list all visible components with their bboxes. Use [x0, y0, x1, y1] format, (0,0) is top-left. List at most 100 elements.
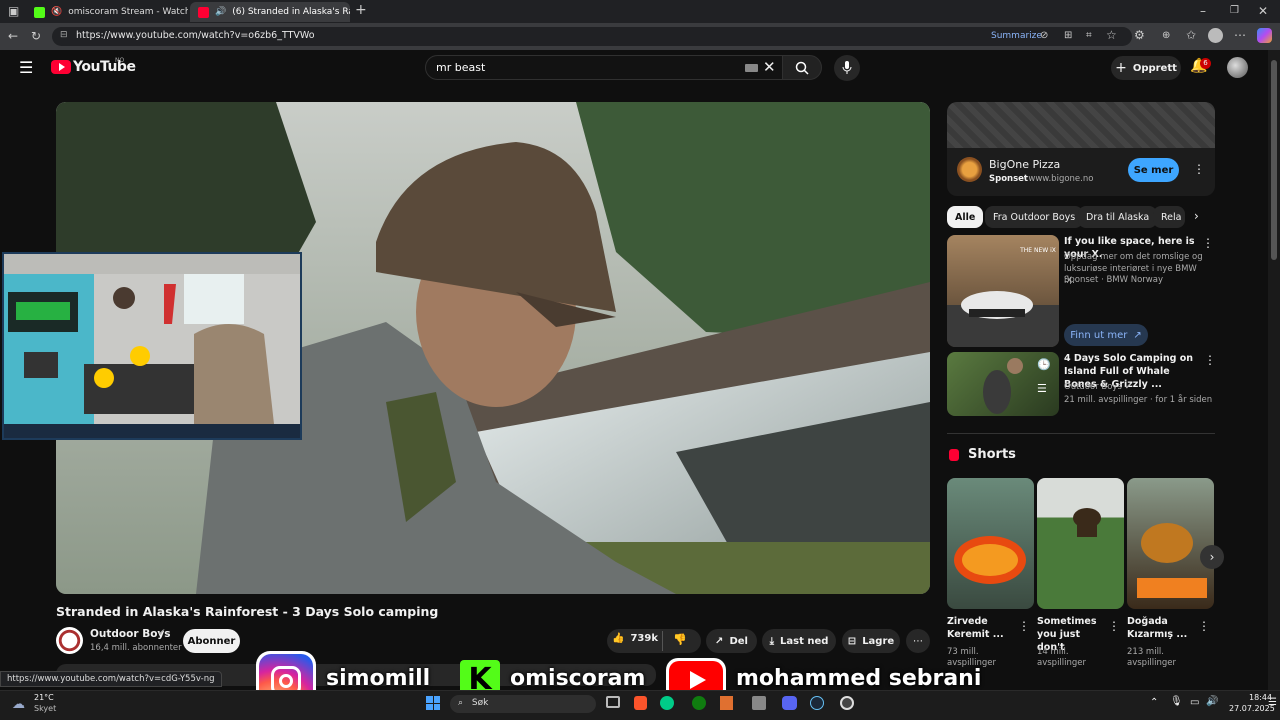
weather-temp[interactable]: 21°C	[34, 693, 54, 702]
obs-icon[interactable]	[840, 696, 854, 710]
ad-badge: THE NEW iX	[1020, 247, 1056, 254]
split-screen-icon[interactable]: ⊕	[1162, 29, 1170, 43]
cloud-icon: ☁	[12, 697, 25, 712]
chip-related[interactable]: Rela	[1153, 206, 1185, 228]
account-avatar[interactable]	[1227, 57, 1248, 78]
page-scrollbar[interactable]	[1268, 50, 1280, 690]
notification-center-icon[interactable]: ☰	[1268, 697, 1277, 708]
verified-icon: ✔	[158, 628, 166, 638]
summarize-button[interactable]: Summarize	[991, 31, 1042, 41]
xbox-icon[interactable]	[692, 696, 706, 710]
chip-from-channel[interactable]: Fra Outdoor Boys	[985, 206, 1084, 228]
create-button[interactable]: + Opprett	[1111, 56, 1181, 80]
tray-overflow-icon[interactable]: ⌃	[1150, 697, 1158, 708]
refresh-icon[interactable]: ↻	[31, 29, 41, 43]
url-field[interactable]: ⊟ https://www.youtube.com/watch?v=o6zb6_…	[52, 27, 1132, 46]
subscribe-button[interactable]: Abonner	[183, 629, 240, 653]
bookmark-star-icon[interactable]: ☆	[1106, 28, 1117, 42]
rec-menu-icon[interactable]: ⋮	[1202, 236, 1214, 250]
profile-avatar[interactable]	[1208, 28, 1223, 43]
chip-all[interactable]: Alle	[947, 206, 984, 228]
minimize-button[interactable]: –	[1200, 4, 1206, 18]
mute-icon[interactable]: 🔇	[51, 7, 62, 17]
more-icon: ⋯	[913, 635, 923, 647]
steam-icon[interactable]	[810, 696, 824, 710]
site-info-icon[interactable]: ⊟	[60, 30, 68, 40]
ad-cta-button[interactable]: Se mer	[1128, 158, 1179, 182]
rec-menu-icon[interactable]: ⋮	[1204, 353, 1216, 367]
ad-avatar[interactable]	[957, 157, 982, 182]
chevron-right-icon[interactable]: ›	[1194, 209, 1199, 223]
short-menu-icon[interactable]: ⋮	[1018, 619, 1030, 633]
microphone-tray-icon[interactable]: 🎙	[1170, 696, 1183, 707]
tab-kick[interactable]: 🔇 omiscoram Stream - Watch L ✕	[26, 2, 188, 22]
chip-alaska[interactable]: Dra til Alaska	[1078, 206, 1158, 228]
discord-icon[interactable]	[782, 696, 797, 710]
copilot-icon[interactable]	[1257, 28, 1272, 43]
rec-video-thumbnail[interactable]: 🕒 ☰	[947, 352, 1059, 416]
favorites-icon[interactable]: ✩	[1186, 28, 1196, 42]
reader-icon[interactable]: ⊘	[1040, 29, 1048, 43]
shorts-icon	[949, 449, 959, 461]
taskbar-search-input[interactable]: ⌕ Søk	[450, 695, 596, 713]
subscriber-count: 16,4 mill. abonnenter	[90, 643, 182, 653]
translate-icon[interactable]: ⌗	[1086, 29, 1092, 43]
keyboard-icon[interactable]	[745, 64, 758, 72]
more-menu-icon[interactable]: ⋯	[1234, 28, 1246, 42]
app-icon[interactable]	[720, 696, 733, 710]
tab-youtube[interactable]: 🔊 (6) Stranded in Alaska's Rain ✕	[190, 2, 350, 22]
youtube-logo-text[interactable]: YouTube	[73, 59, 136, 75]
extensions-icon[interactable]: ⊞	[1064, 29, 1072, 43]
short-thumbnail[interactable]	[947, 478, 1034, 609]
short-menu-icon[interactable]: ⋮	[1198, 619, 1210, 633]
short-thumbnail[interactable]	[1037, 478, 1124, 609]
search-icon: ⌕	[458, 698, 464, 708]
speaker-icon[interactable]: 🔊	[215, 7, 226, 17]
chevron-right-icon: ›	[1209, 550, 1215, 564]
download-icon: ⤓	[769, 635, 774, 647]
add-queue-icon[interactable]: ☰	[1037, 382, 1047, 395]
close-window-button[interactable]: ✕	[1258, 4, 1268, 18]
share-icon: ↗	[715, 635, 724, 647]
maximize-button[interactable]: ❐	[1230, 4, 1239, 18]
hamburger-menu-icon[interactable]: ☰	[19, 58, 33, 77]
ad-menu-icon[interactable]: ⋮	[1193, 162, 1205, 176]
learn-more-button[interactable]: Finn ut mer ↗	[1064, 324, 1148, 346]
kick-favicon-icon	[34, 6, 45, 18]
edge-icon[interactable]	[660, 696, 674, 710]
thumbs-down-icon[interactable]: 👎	[673, 633, 687, 646]
new-tab-button[interactable]: +	[355, 3, 367, 17]
link-status-bar: https://www.youtube.com/watch?v=cdG-Y55v…	[0, 671, 222, 687]
brave-icon[interactable]	[634, 696, 647, 710]
network-icon[interactable]: ▭	[1190, 697, 1199, 708]
ad-domain: · www.bigone.no	[1023, 174, 1094, 184]
clear-search-icon[interactable]: ✕	[763, 58, 776, 76]
like-button[interactable]: 👍 739k	[612, 633, 658, 644]
ad-title[interactable]: BigOne Pizza	[989, 158, 1060, 171]
divider	[662, 631, 663, 651]
youtube-logo-icon[interactable]	[51, 60, 71, 74]
channel-avatar[interactable]	[56, 627, 83, 654]
task-view-icon[interactable]	[606, 696, 620, 708]
puzzle-icon[interactable]: ⚙	[1134, 28, 1145, 42]
watch-later-icon[interactable]: 🕒	[1037, 358, 1051, 371]
search-button[interactable]	[782, 55, 822, 80]
short-menu-icon[interactable]: ⋮	[1108, 619, 1120, 633]
short-title[interactable]: Zirvede Keremit ...	[947, 615, 1017, 641]
search-input[interactable]: mr beast	[425, 55, 783, 80]
plus-icon: +	[1115, 60, 1127, 76]
rec-stats: 21 mill. avspillinger · for 1 år siden	[1064, 395, 1213, 405]
shorts-next-button[interactable]: ›	[1200, 545, 1224, 569]
back-icon[interactable]: ←	[8, 29, 18, 43]
app-icon[interactable]	[752, 696, 766, 710]
voice-search-button[interactable]	[834, 55, 860, 81]
sidebar-toggle-icon[interactable]: ▣	[8, 4, 19, 18]
bmw-ad-thumbnail[interactable]: THE NEW iX	[947, 235, 1059, 347]
volume-icon[interactable]: 🔊	[1206, 696, 1218, 707]
start-button[interactable]	[426, 696, 440, 710]
rec-channel: Sponset · BMW Norway	[1064, 275, 1163, 285]
divider	[947, 433, 1215, 434]
weather-desc: Skyet	[34, 704, 57, 713]
short-title[interactable]: Doğada Kızarmış ...	[1127, 615, 1197, 641]
short-thumbnail[interactable]	[1127, 478, 1214, 609]
